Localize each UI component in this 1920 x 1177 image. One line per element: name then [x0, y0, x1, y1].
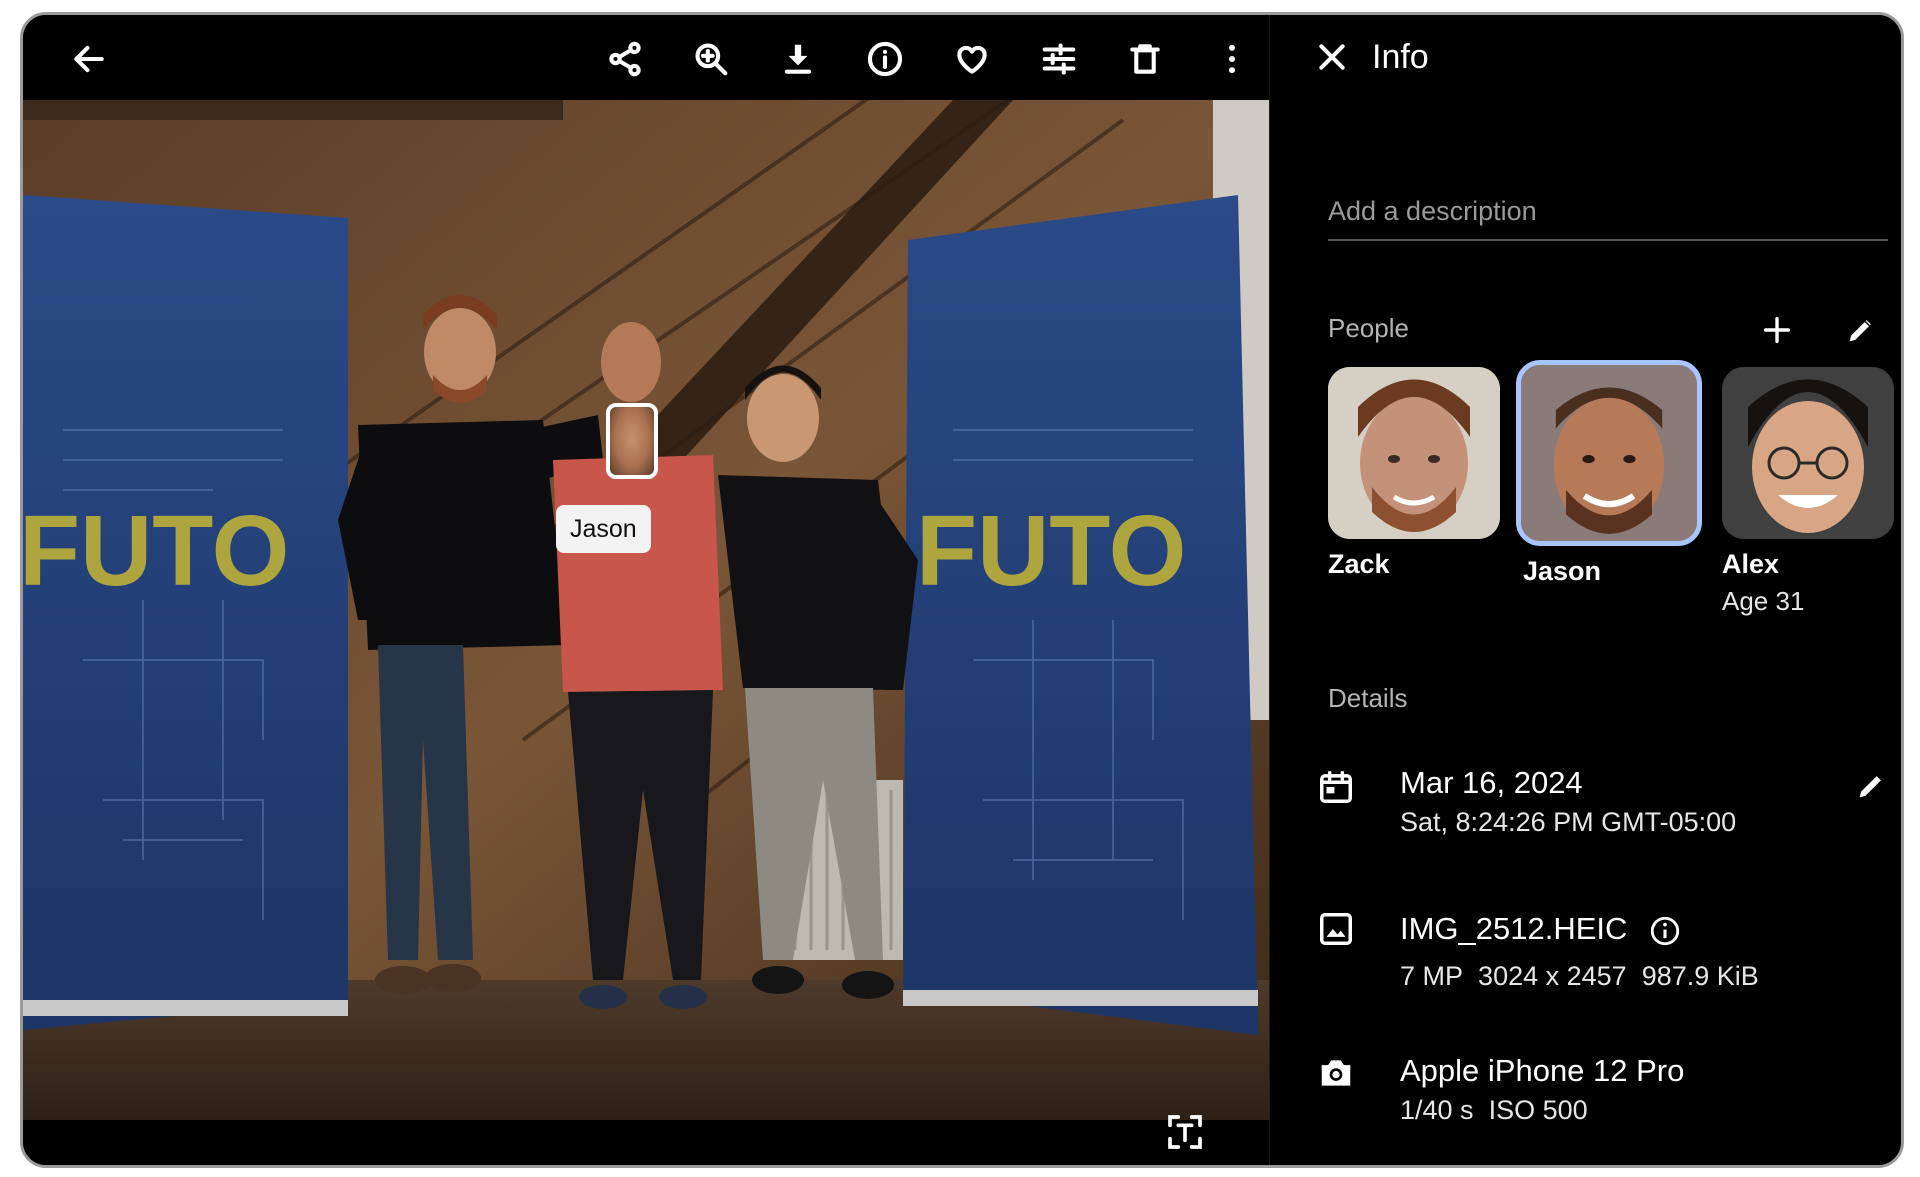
date-secondary: Sat, 8:24:26 PM GMT-05:00 — [1400, 807, 1737, 837]
person-name: Zack — [1328, 549, 1390, 579]
person-age: Age 31 — [1722, 586, 1805, 616]
photo-viewer-window: FUTO FUTO Jason Info Add a description P… — [20, 12, 1904, 1168]
text-scan-icon[interactable] — [1163, 1110, 1207, 1154]
face-tag-box[interactable] — [606, 403, 658, 479]
person-card-alex[interactable]: Alex Age 31 — [1722, 367, 1894, 617]
panel-title: Info — [1372, 38, 1429, 76]
details-heading: Details — [1328, 683, 1408, 713]
camera-model: Apple iPhone 12 Pro — [1400, 1053, 1685, 1088]
image-icon — [1314, 907, 1358, 951]
share-icon[interactable] — [601, 35, 649, 83]
camera-icon — [1314, 1051, 1358, 1095]
favorite-icon[interactable] — [948, 35, 996, 83]
person-name: Jason — [1523, 556, 1602, 586]
more-vert-icon[interactable] — [1208, 35, 1256, 83]
photo-image: FUTO FUTO Jason — [23, 100, 1269, 1120]
camera-settings: 1/40 s ISO 500 — [1400, 1095, 1588, 1126]
avatar — [1722, 367, 1894, 539]
photo-viewer: FUTO FUTO Jason — [23, 15, 1269, 1165]
close-icon[interactable] — [1310, 35, 1354, 79]
banner-text-left: FUTO — [23, 495, 289, 607]
back-icon[interactable] — [65, 35, 113, 83]
file-megapixels: 7 MP — [1400, 961, 1464, 991]
file-specs: 7 MP 3024 x 2457 987.9 KiB — [1400, 961, 1759, 992]
avatar-selected — [1516, 360, 1702, 546]
info-icon[interactable] — [861, 35, 909, 83]
file-size: 987.9 KiB — [1641, 961, 1759, 991]
file-dimensions: 3024 x 2457 — [1478, 961, 1627, 991]
camera-iso: ISO 500 — [1488, 1095, 1588, 1125]
calendar-icon — [1314, 765, 1358, 809]
person-name: Alex — [1722, 549, 1780, 579]
date-primary: Mar 16, 2024 — [1400, 765, 1583, 800]
people-heading: People — [1328, 313, 1409, 343]
file-name: IMG_2512.HEIC — [1400, 911, 1628, 946]
add-person-icon[interactable] — [1754, 307, 1800, 353]
description-input[interactable] — [1328, 183, 1888, 241]
person-card-jason[interactable]: Jason — [1516, 360, 1702, 587]
face-tag-label[interactable]: Jason — [556, 505, 651, 553]
person-card-zack[interactable]: Zack — [1328, 367, 1500, 580]
zoom-in-icon[interactable] — [687, 35, 735, 83]
banner-text-right: FUTO — [916, 495, 1186, 607]
edit-people-icon[interactable] — [1838, 307, 1884, 353]
edit-adjust-icon[interactable] — [1035, 35, 1083, 83]
camera-exposure: 1/40 s — [1400, 1095, 1474, 1125]
download-icon[interactable] — [774, 35, 822, 83]
edit-date-icon[interactable] — [1848, 763, 1894, 809]
viewer-toolbar — [23, 15, 1269, 100]
avatar — [1328, 367, 1500, 539]
delete-icon[interactable] — [1121, 35, 1169, 83]
info-panel: Info People Zack — [1269, 15, 1901, 1165]
file-info-icon[interactable] — [1642, 908, 1688, 954]
